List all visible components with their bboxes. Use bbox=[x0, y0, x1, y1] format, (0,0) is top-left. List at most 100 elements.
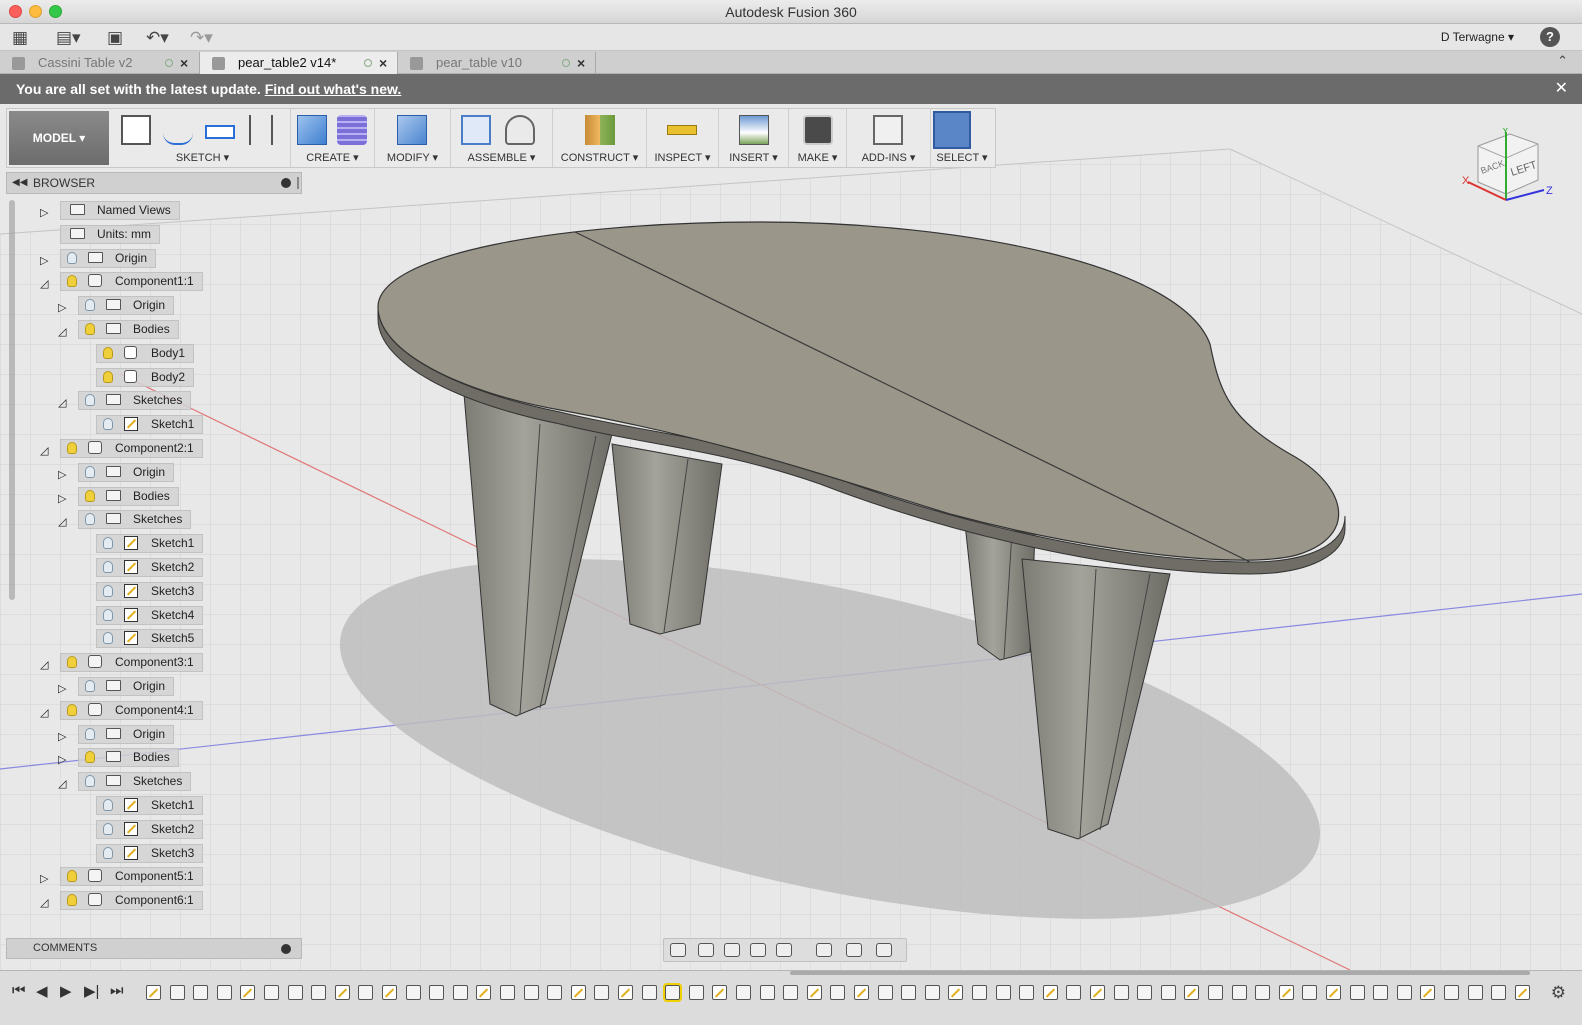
visibility-bulb-off-icon[interactable] bbox=[67, 251, 77, 264]
browser-node-label[interactable]: Sketches bbox=[78, 510, 192, 530]
timeline-feature-icon[interactable] bbox=[1396, 985, 1412, 1000]
visibility-bulb-off-icon[interactable] bbox=[103, 632, 113, 645]
add-ins-menu-label[interactable]: ADD-INS ▾ bbox=[847, 151, 930, 164]
user-account-menu[interactable]: D Terwagne ▾ bbox=[1441, 30, 1514, 44]
browser-panel-header[interactable]: ◀◀ BROWSER bbox=[6, 172, 302, 194]
assemble-menu-label[interactable]: ASSEMBLE ▾ bbox=[451, 151, 552, 164]
collapse-triangle-icon[interactable]: ◿ bbox=[58, 393, 70, 413]
canvas-viewport[interactable] bbox=[0, 104, 1582, 970]
browser-node-label[interactable]: Component3:1 bbox=[60, 653, 203, 673]
timeline-feature-icon[interactable] bbox=[405, 985, 421, 1000]
visibility-bulb-off-icon[interactable] bbox=[85, 727, 95, 740]
timeline-feature-icon[interactable] bbox=[1255, 985, 1271, 1000]
expand-triangle-icon[interactable]: ▷ bbox=[58, 727, 70, 747]
collapse-triangle-icon[interactable]: ◿ bbox=[58, 322, 70, 342]
visibility-bulb-off-icon[interactable] bbox=[103, 608, 113, 621]
zoom-window-button[interactable] bbox=[49, 5, 62, 18]
expand-triangle-icon[interactable]: ▷ bbox=[58, 489, 70, 509]
visibility-bulb-off-icon[interactable] bbox=[103, 846, 113, 859]
expand-triangle-icon[interactable]: ▷ bbox=[40, 203, 52, 223]
timeline-sketch-icon[interactable] bbox=[382, 985, 397, 1000]
timeline-sketch-icon[interactable] bbox=[1326, 985, 1341, 1000]
visibility-bulb-off-icon[interactable] bbox=[85, 394, 95, 407]
timeline-feature-icon[interactable] bbox=[688, 985, 704, 1000]
timeline-feature-icon[interactable] bbox=[736, 985, 751, 1000]
display-settings-icon[interactable] bbox=[816, 943, 832, 957]
timeline-feature-icon[interactable] bbox=[1467, 985, 1483, 1000]
visibility-bulb-on-icon[interactable] bbox=[85, 323, 95, 335]
modify-menu-label[interactable]: MODIFY ▾ bbox=[375, 151, 450, 164]
close-window-button[interactable] bbox=[9, 5, 22, 18]
select-cursor-icon[interactable] bbox=[933, 111, 971, 149]
timeline-sketch-icon[interactable] bbox=[854, 985, 869, 1000]
timeline-settings-gear-icon[interactable]: ⚙ bbox=[1551, 983, 1566, 1003]
insert-image-icon[interactable] bbox=[739, 115, 769, 145]
timeline-feature-icon[interactable] bbox=[287, 985, 303, 1000]
measure-icon[interactable] bbox=[667, 125, 697, 135]
timeline-sketch-icon[interactable] bbox=[1042, 985, 1058, 1000]
timeline-sketch-icon[interactable] bbox=[1420, 985, 1436, 1000]
data-panel-grid-icon[interactable]: ▦ bbox=[12, 28, 28, 48]
joint-icon[interactable] bbox=[505, 115, 535, 145]
timeline-feature-icon[interactable] bbox=[216, 985, 232, 1000]
timeline-scrollbar[interactable] bbox=[790, 971, 1530, 975]
timeline-feature-icon[interactable] bbox=[1066, 985, 1082, 1000]
visibility-bulb-on-icon[interactable] bbox=[67, 442, 77, 454]
timeline-feature-icon[interactable] bbox=[924, 985, 940, 1000]
timeline-feature-icon[interactable] bbox=[1208, 985, 1223, 1000]
visibility-bulb-on-icon[interactable] bbox=[67, 275, 77, 288]
timeline-sketch-icon[interactable] bbox=[806, 985, 822, 1000]
timeline-feature-icon[interactable] bbox=[1019, 985, 1035, 1000]
timeline-feature-icon[interactable] bbox=[1349, 985, 1365, 1000]
timeline-feature-icon[interactable] bbox=[1231, 985, 1247, 1000]
sketch-menu-label[interactable]: SKETCH ▾ bbox=[115, 151, 290, 164]
add-comment-icon[interactable] bbox=[281, 944, 291, 954]
modify-group[interactable]: MODIFY ▾ bbox=[375, 109, 451, 167]
inspect-group[interactable]: INSPECT ▾ bbox=[647, 109, 719, 167]
minimize-window-button[interactable] bbox=[29, 5, 42, 18]
timeline-sketch-icon[interactable] bbox=[948, 985, 964, 1000]
collapse-triangle-icon[interactable]: ◿ bbox=[40, 441, 52, 461]
add-ins-group[interactable]: ADD-INS ▾ bbox=[847, 109, 931, 167]
timeline-feature-icon[interactable] bbox=[783, 985, 799, 1000]
timeline-feature-icon[interactable] bbox=[877, 985, 893, 1000]
visibility-bulb-off-icon[interactable] bbox=[85, 465, 95, 478]
zoom-icon[interactable] bbox=[750, 943, 766, 957]
collapse-triangle-icon[interactable]: ◿ bbox=[40, 274, 52, 294]
visibility-bulb-off-icon[interactable] bbox=[85, 513, 95, 526]
close-tab-icon[interactable]: × bbox=[577, 52, 585, 74]
viewcube[interactable]: BACK LEFT X Y Z bbox=[1460, 126, 1560, 208]
visibility-bulb-off-icon[interactable] bbox=[85, 775, 95, 788]
timeline-feature-icon[interactable] bbox=[452, 985, 468, 1000]
timeline-feature-icon[interactable] bbox=[523, 985, 539, 1000]
timeline-feature-icon[interactable] bbox=[901, 985, 917, 1000]
file-menu-icon[interactable]: ▤▾ bbox=[56, 28, 81, 48]
step-back-icon[interactable]: ◀ bbox=[36, 982, 48, 1000]
timeline-feature-icon[interactable] bbox=[1113, 985, 1129, 1000]
create-sketch-icon[interactable] bbox=[121, 115, 151, 145]
viewports-icon[interactable] bbox=[876, 943, 892, 957]
create-group[interactable]: CREATE ▾ bbox=[291, 109, 375, 167]
comments-panel-header[interactable]: COMMENTS bbox=[6, 938, 302, 959]
visibility-bulb-on-icon[interactable] bbox=[67, 894, 77, 907]
browser-node-label[interactable]: Component1:1 bbox=[60, 272, 203, 292]
timeline-feature-icon[interactable] bbox=[500, 985, 515, 1000]
orbit-icon[interactable] bbox=[670, 943, 686, 957]
pan-hand-icon[interactable] bbox=[724, 943, 740, 957]
visibility-bulb-off-icon[interactable] bbox=[103, 584, 113, 597]
close-banner-icon[interactable]: ✕ bbox=[1555, 74, 1568, 104]
collapse-triangle-icon[interactable]: ◿ bbox=[40, 703, 52, 723]
timeline-feature-icon[interactable] bbox=[1444, 985, 1459, 1000]
insert-group[interactable]: INSERT ▾ bbox=[719, 109, 789, 167]
timeline-sketch-icon[interactable] bbox=[712, 985, 728, 1000]
timeline-feature-icon[interactable] bbox=[1373, 985, 1389, 1000]
insert-menu-label[interactable]: INSERT ▾ bbox=[719, 151, 788, 164]
visibility-bulb-on-icon[interactable] bbox=[67, 656, 77, 669]
assemble-group[interactable]: ASSEMBLE ▾ bbox=[451, 109, 553, 167]
rectangle-icon[interactable] bbox=[205, 125, 235, 139]
scripts-addins-icon[interactable] bbox=[873, 115, 903, 145]
redo-icon[interactable]: ↷▾ bbox=[190, 28, 213, 48]
close-tab-icon[interactable]: × bbox=[379, 52, 387, 74]
timeline-feature-icon[interactable] bbox=[1160, 985, 1176, 1000]
timeline-feature-icon[interactable] bbox=[641, 985, 657, 1000]
